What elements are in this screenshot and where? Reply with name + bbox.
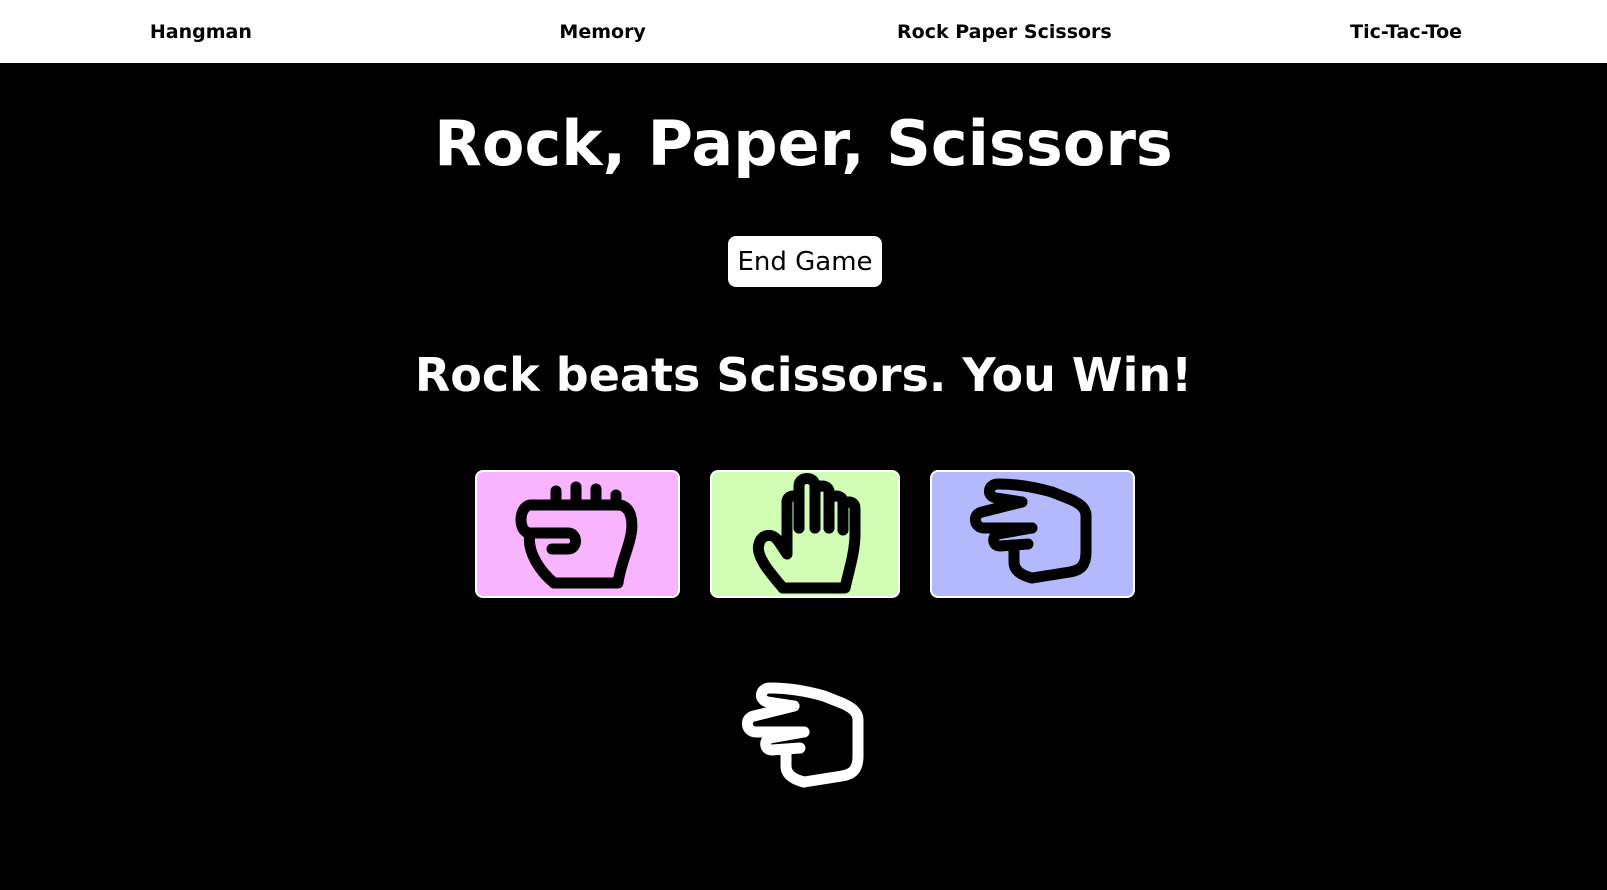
rock-hand-icon	[515, 481, 637, 589]
paper-hand-icon	[752, 473, 861, 594]
result-message: Rock beats Scissors. You Win!	[414, 348, 1193, 402]
rock-choice-button[interactable]	[475, 470, 680, 598]
nav-link-memory[interactable]: Memory	[402, 21, 804, 43]
nav-link-tic-tac-toe[interactable]: Tic-Tac-Toe	[1205, 21, 1607, 43]
page-title: Rock, Paper, Scissors	[434, 107, 1173, 180]
scissors-hand-icon	[969, 478, 1091, 584]
top-navigation: Hangman Memory Rock Paper Scissors Tic-T…	[0, 0, 1607, 63]
nav-link-hangman[interactable]: Hangman	[0, 21, 402, 43]
end-game-button[interactable]: End Game	[728, 236, 882, 287]
computer-choice-display	[740, 680, 870, 796]
scissors-choice-button[interactable]	[930, 470, 1135, 598]
nav-link-rock-paper-scissors[interactable]: Rock Paper Scissors	[804, 21, 1206, 43]
paper-choice-button[interactable]	[710, 470, 900, 598]
scissors-hand-icon	[742, 682, 864, 788]
